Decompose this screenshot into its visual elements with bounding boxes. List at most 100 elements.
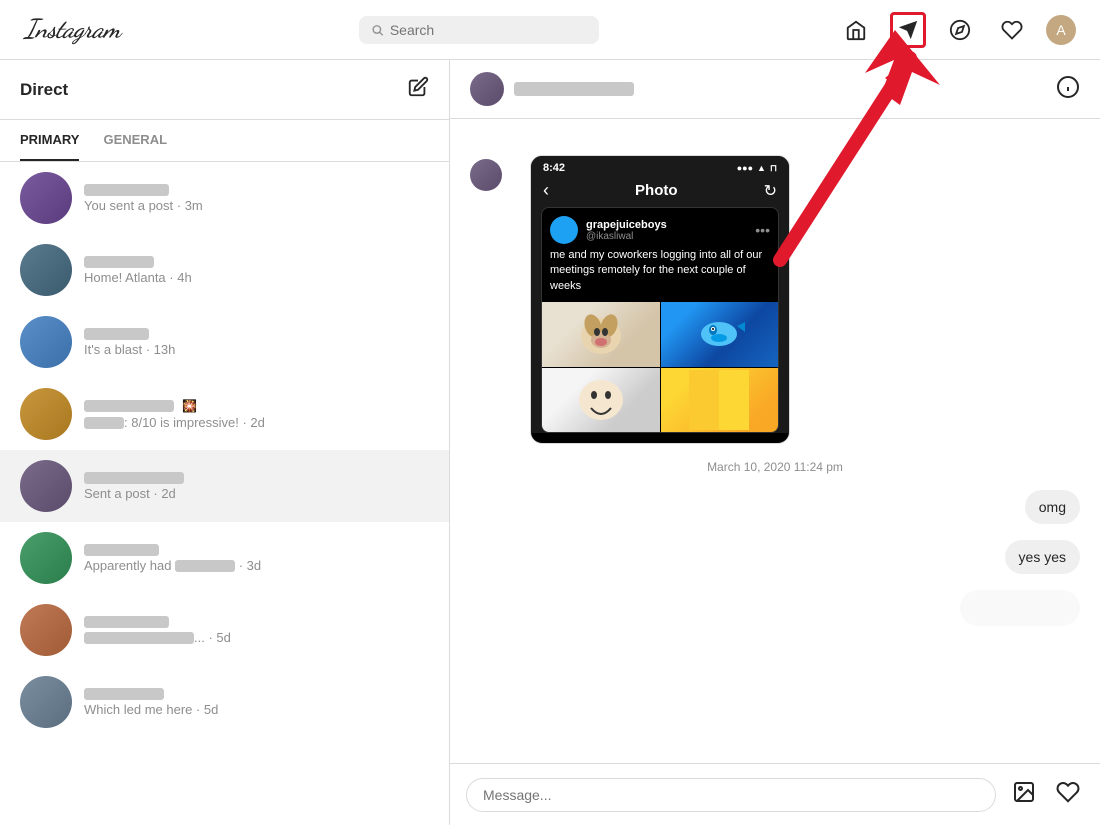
message-input-area [450,763,1100,825]
avatar [20,388,72,440]
tweet-images [542,302,778,432]
chat-info-button[interactable] [1056,75,1080,104]
last-message: : 8/10 is impressive! · 2d [84,415,429,430]
image-upload-button[interactable] [1008,776,1040,813]
chat-contact-name-blur [514,82,634,96]
conversation-list: You sent a post · 3m Home! Atlanta · 4h [0,162,449,825]
contact-name-blur [84,184,169,196]
list-item[interactable]: Sent a post · 2d [0,450,449,522]
last-message: Which led me here · 5d [84,702,429,717]
list-item[interactable]: It's a blast · 13h [0,306,449,378]
image-icon [1012,780,1036,804]
message-row: omg [470,490,1080,524]
typing-bubble [960,590,1080,626]
avatar [20,172,72,224]
chat-header [450,60,1100,119]
panel-header: Direct [0,60,449,120]
list-item[interactable]: Apparently had · 3d [0,522,449,594]
phone-nav-bar: ‹ Photo ↻ [531,176,789,207]
direct-messages-panel: Direct PRIMARY GENERAL Y [0,60,450,825]
tweet-card: grapejuiceboys @ikasliwal ••• me and my … [541,207,779,433]
list-item[interactable]: ... · 5d [0,594,449,666]
top-nav: Instagram [0,0,1100,60]
tweet-image-3 [542,368,660,433]
main-content: Direct PRIMARY GENERAL Y [0,60,1100,825]
tab-primary[interactable]: PRIMARY [20,120,79,161]
like-button[interactable] [1052,776,1084,813]
instagram-logo: Instagram [24,14,120,45]
back-arrow: ‹ [543,180,549,201]
contact-name-blur [84,616,169,628]
emoji-badge: 🎇 [182,399,197,413]
chat-header-left [470,72,634,106]
message-input[interactable] [483,787,979,803]
phone-statusbar: 8:42 ●●● ▲ ⊓ [531,156,789,176]
shared-post-card[interactable]: 8:42 ●●● ▲ ⊓ ‹ Photo ↻ [530,155,790,444]
last-message: It's a blast · 13h [84,342,429,357]
list-item[interactable]: Which led me here · 5d [0,666,449,738]
tweet-image-1 [542,302,660,367]
last-message: Sent a post · 2d [84,486,429,501]
profile-avatar-nav[interactable]: A [1046,15,1076,45]
info-icon [1056,75,1080,99]
tweet-more-icon: ••• [755,222,770,238]
message-bubble: yes yes [1005,540,1080,574]
contact-name-blur [84,400,174,412]
conversation-info: 🎇 : 8/10 is impressive! · 2d [84,399,429,430]
direct-title: Direct [20,80,68,100]
avatar [20,460,72,512]
chat-panel: 8:42 ●●● ▲ ⊓ ‹ Photo ↻ [450,60,1100,825]
message-tabs: PRIMARY GENERAL [0,120,449,162]
tweet-user-avatar [550,216,578,244]
messages-area: 8:42 ●●● ▲ ⊓ ‹ Photo ↻ [450,119,1100,763]
avatar-initial: A [1056,22,1065,38]
nav-icons: A [838,12,1076,48]
notifications-button[interactable] [994,12,1030,48]
contact-name-blur [84,472,184,484]
direct-message-icon [897,19,919,41]
status-icons: ●●● ▲ ⊓ [737,163,777,174]
conversation-info: ... · 5d [84,616,429,645]
search-bar[interactable] [359,16,599,44]
avatar [20,316,72,368]
home-button[interactable] [838,12,874,48]
last-message: ... · 5d [84,630,429,645]
contact-name-blur [84,544,159,556]
tweet-header: grapejuiceboys @ikasliwal ••• [542,208,778,248]
explore-button[interactable] [942,12,978,48]
message-bubble: omg [1025,490,1080,524]
list-item[interactable]: You sent a post · 3m [0,162,449,234]
heart-icon [1001,19,1023,41]
compose-icon [407,76,429,98]
avatar [20,244,72,296]
shared-post-container: 8:42 ●●● ▲ ⊓ ‹ Photo ↻ [470,155,1080,444]
avatar [20,532,72,584]
conversation-info: It's a blast · 13h [84,328,429,357]
sender-avatar [470,159,502,191]
conversation-info: Apparently had · 3d [84,544,429,573]
conversation-info: Which led me here · 5d [84,688,429,717]
tweet-username: grapejuiceboys [586,219,667,231]
direct-messages-button[interactable] [890,12,926,48]
tweet-image-4 [661,368,779,433]
tweet-text: me and my coworkers logging into all of … [542,248,778,302]
photo-title: Photo [635,182,678,199]
message-row: yes yes [470,540,1080,574]
phone-frame: 8:42 ●●● ▲ ⊓ ‹ Photo ↻ [531,156,789,433]
last-message: Apparently had · 3d [84,558,429,573]
contact-name-blur [84,328,149,340]
heart-like-icon [1056,780,1080,804]
avatar [20,604,72,656]
tab-general[interactable]: GENERAL [103,120,167,161]
contact-name-blur [84,256,154,268]
avatar [20,676,72,728]
compose-button[interactable] [407,76,429,103]
chat-contact-avatar [470,72,504,106]
list-item[interactable]: 🎇 : 8/10 is impressive! · 2d [0,378,449,450]
message-input-wrapper[interactable] [466,778,996,812]
search-input[interactable] [390,22,587,38]
phone-time: 8:42 [543,162,565,174]
conversation-info: Sent a post · 2d [84,472,429,501]
list-item[interactable]: Home! Atlanta · 4h [0,234,449,306]
search-icon [371,23,384,37]
